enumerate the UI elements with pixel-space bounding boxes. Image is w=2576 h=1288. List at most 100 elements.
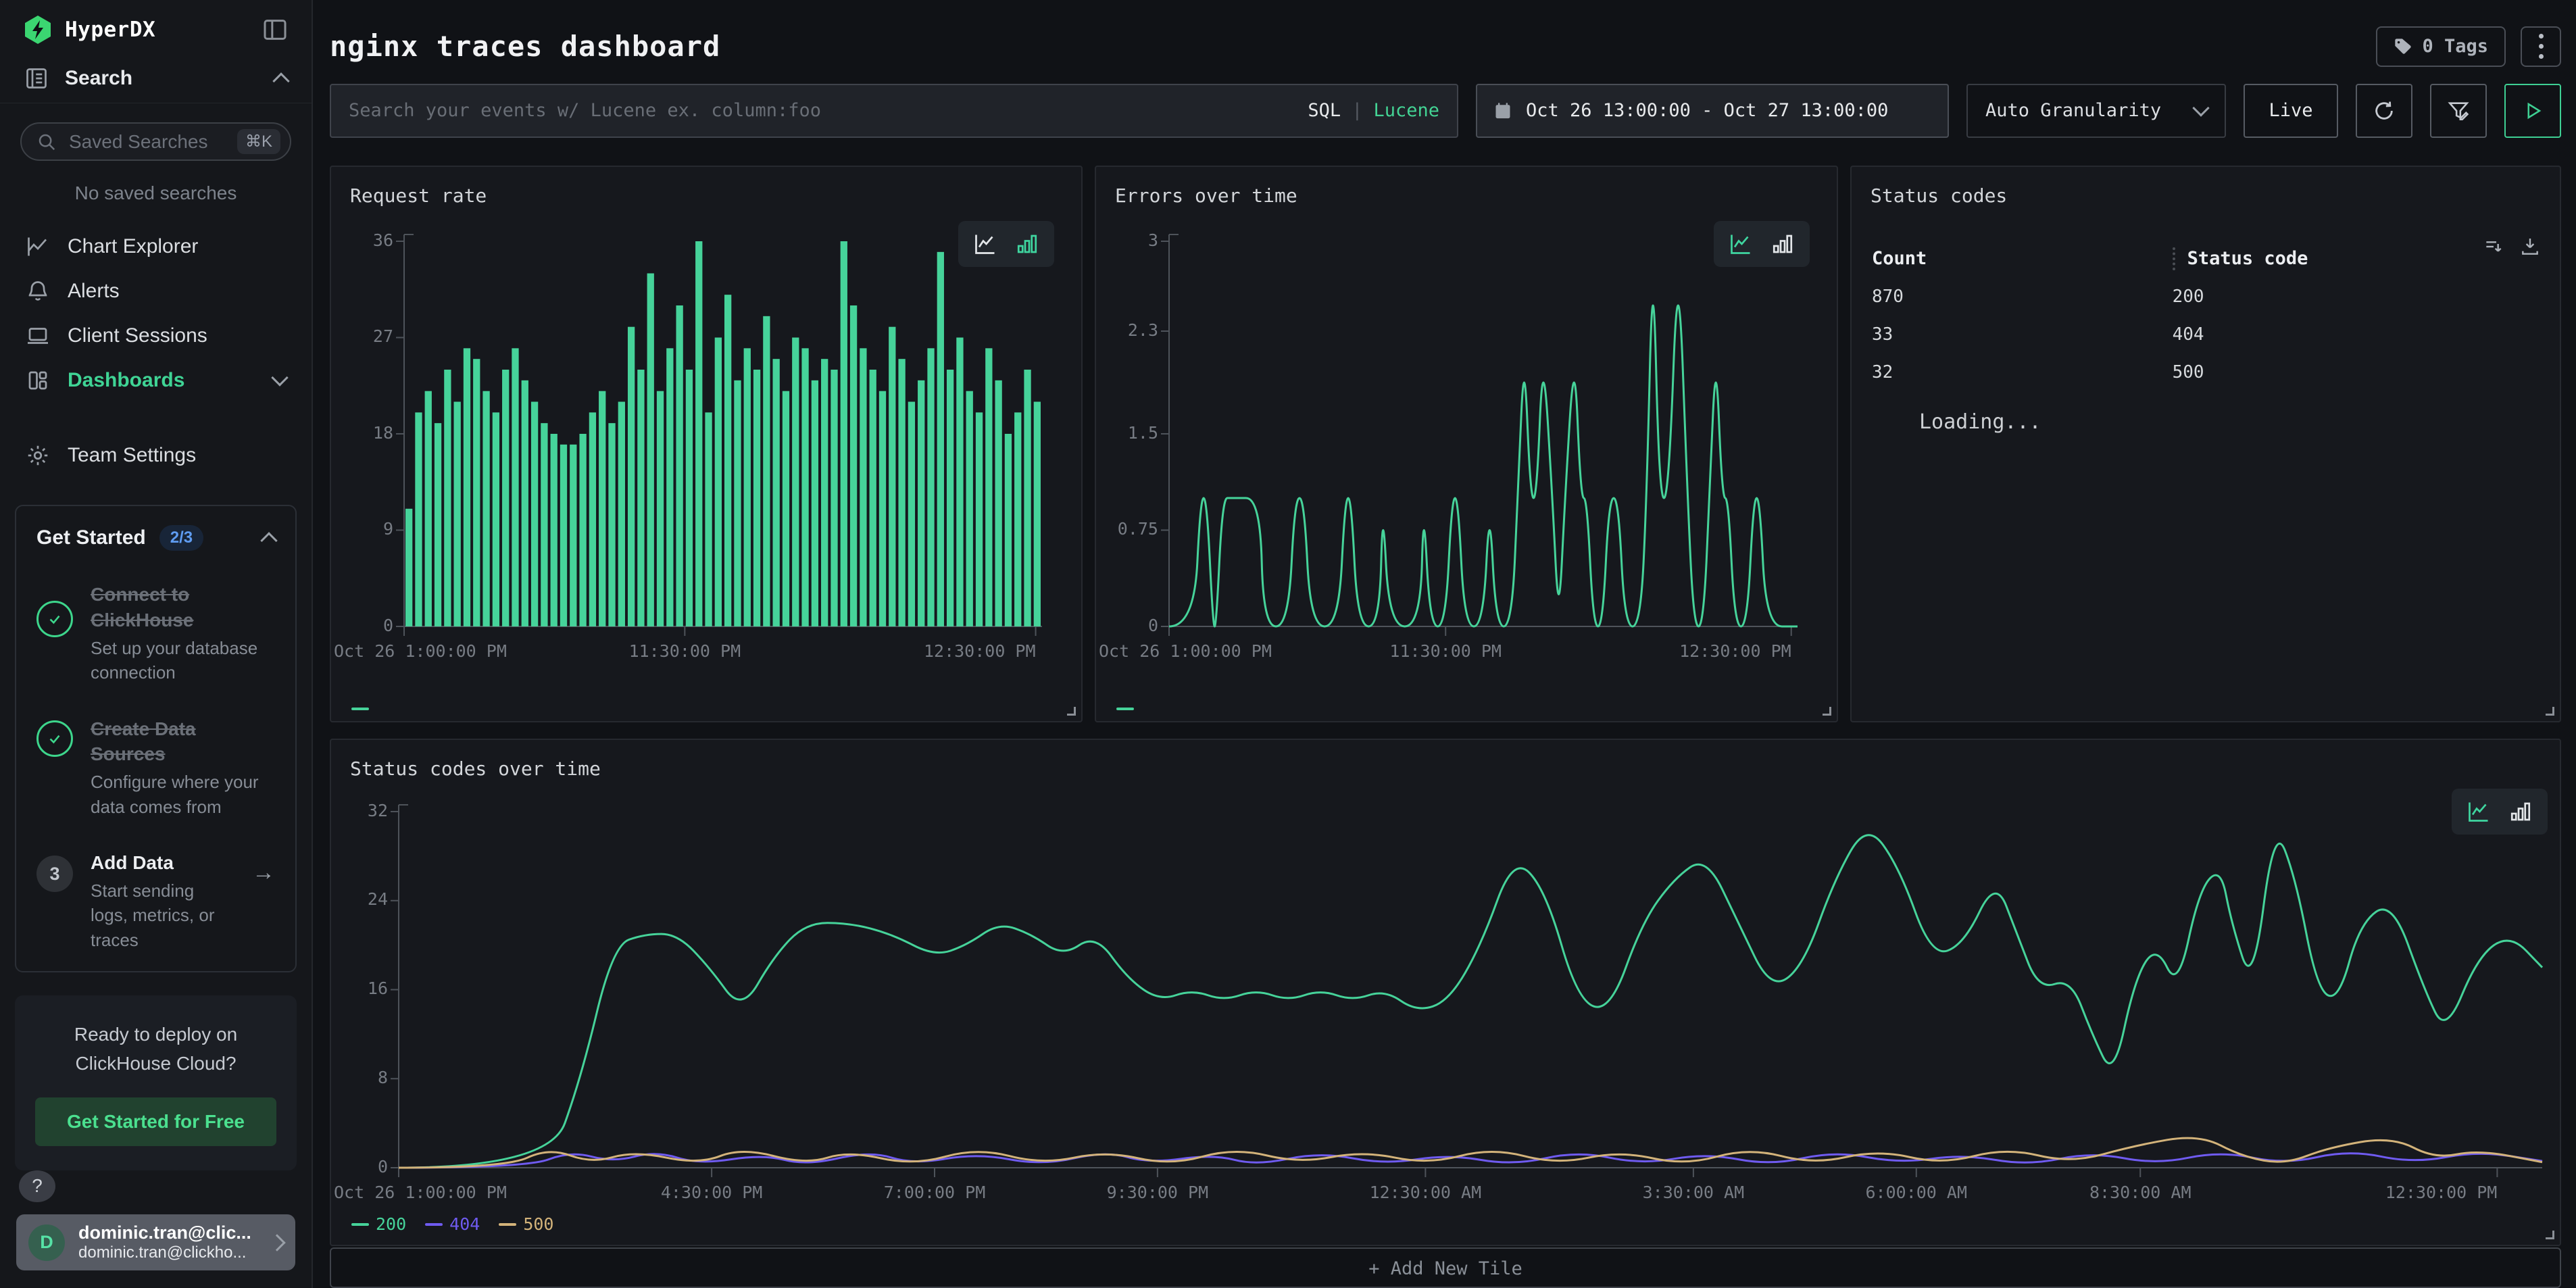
bar-chart-icon[interactable] [1770,232,1795,256]
clickhouse-cloud-card: Ready to deploy on ClickHouse Cloud? Get… [15,995,297,1170]
x-tick-label: 8:30:00 AM [2029,1183,2252,1202]
get-started-step-sources[interactable]: Create Data Sources Configure where your… [36,716,275,819]
filter-button[interactable] [2430,84,2487,138]
controls-bar: SQL | Lucene Oct 26 13:00:00 - Oct 27 13… [330,84,2561,138]
panel-title: Request rate [350,184,487,207]
column-header-status[interactable]: Status code [2187,248,2308,269]
resize-handle[interactable] [1067,707,1076,716]
get-started-free-button[interactable]: Get Started for Free [35,1097,276,1146]
y-tick-label: 27 [373,326,393,346]
y-tick-label: 0 [1148,616,1158,635]
chevron-up-icon[interactable] [272,72,289,89]
sidebar: HyperDX Search Saved Searches ⌘K No save… [0,0,313,1288]
dashboard-row-2: Status codes over time 08162432Oct 26 1:… [330,739,2561,1246]
user-account-button[interactable]: D dominic.tran@clic... dominic.tran@clic… [16,1214,295,1270]
x-tick-label: 11:30:00 PM [1334,641,1557,661]
panel-title: Status codes [1871,184,2007,207]
get-started-step-connect[interactable]: Connect to ClickHouse Set up your databa… [36,582,275,685]
no-saved-searches-text: No saved searches [0,182,312,204]
calendar-icon [1493,101,1512,120]
x-tick-label: 7:00:00 PM [823,1183,1046,1202]
resize-handle[interactable] [1823,707,1831,716]
y-tick-label: 3 [1148,230,1158,250]
chevron-up-icon[interactable] [260,532,277,549]
loading-text: Loading... [1919,410,2041,434]
x-tick-label: Oct 26 1:00:00 PM [334,1183,507,1202]
collapse-sidebar-icon[interactable] [262,16,289,43]
y-tick-label: 8 [378,1068,388,1087]
search-icon [36,132,57,152]
page-title[interactable]: nginx traces dashboard [330,30,2376,63]
column-header-count[interactable]: Count [1872,248,2173,269]
resize-handle[interactable] [2546,1231,2554,1239]
y-tick-label: 16 [368,979,388,998]
more-options-button[interactable] [2521,26,2561,67]
journal-icon [24,66,49,91]
table-row[interactable]: 32 500 [1872,353,2540,391]
lucene-toggle[interactable]: Lucene [1373,100,1439,121]
event-search-box: SQL | Lucene [330,84,1458,138]
line-chart-icon[interactable] [973,232,997,256]
bar-chart-icon[interactable] [1015,232,1039,256]
request-rate-chart[interactable]: 09182736Oct 26 1:00:00 PM11:30:00 PM12:3… [331,214,1081,680]
user-name: dominic.tran@clic... [78,1222,257,1243]
main-content: nginx traces dashboard 0 Tags SQL | Luce… [313,0,2576,1288]
resize-handle[interactable] [2546,707,2554,716]
panel-errors-over-time: Errors over time 00.751.52.33Oct 26 1:00… [1095,166,1838,722]
sidebar-item-team-settings[interactable]: Team Settings [0,433,312,478]
chart-line-icon [26,234,50,259]
y-tick-label: 18 [373,423,393,443]
saved-searches-placeholder: Saved Searches [69,131,225,153]
chevron-right-icon [268,1234,285,1251]
y-tick-label: 32 [368,801,388,820]
panel-title: Status codes over time [350,758,601,780]
granularity-select[interactable]: Auto Granularity [1966,84,2226,138]
x-tick-label: 3:30:00 AM [1582,1183,1805,1202]
sidebar-item-search[interactable]: Search [0,59,312,103]
panel-title: Errors over time [1115,184,1297,207]
refresh-button[interactable] [2356,84,2412,138]
x-tick-label: Oct 26 1:00:00 PM [334,641,507,661]
legend-item-404[interactable]: 404 [425,1214,480,1234]
legend-item-200[interactable]: 200 [351,1214,406,1234]
check-circle-icon [36,720,73,757]
table-row[interactable]: 33 404 [1872,316,2540,353]
table-header-row: Count Status code [1872,240,2540,278]
column-resize-handle[interactable] [2173,247,2175,270]
panel-request-rate: Request rate 09182736Oct 26 1:00:00 PM11… [330,166,1083,722]
progress-badge: 2/3 [159,525,203,551]
panel-status-codes: Status codes Count Status code 870 200 [1850,166,2561,722]
legend-item[interactable] [351,708,369,710]
search-section-label: Search [65,67,259,90]
avatar: D [28,1224,65,1261]
app-name: HyperDX [65,18,249,42]
legend-item[interactable] [1116,708,1134,710]
dashboard-row-1: Request rate 09182736Oct 26 1:00:00 PM11… [330,166,2561,722]
run-query-button[interactable] [2504,84,2561,138]
help-button[interactable]: ? [19,1170,55,1202]
date-range-input[interactable]: Oct 26 13:00:00 - Oct 27 13:00:00 [1476,84,1949,138]
chevron-down-icon[interactable] [271,369,288,386]
dashboard-header: nginx traces dashboard 0 Tags [330,26,2561,68]
bar-chart-icon[interactable] [2508,799,2533,824]
line-chart-icon[interactable] [1729,232,1753,256]
errors-chart[interactable]: 00.751.52.33Oct 26 1:00:00 PM11:30:00 PM… [1096,214,1837,680]
sidebar-item-client-sessions[interactable]: Client Sessions [0,314,312,358]
sql-toggle[interactable]: SQL [1308,100,1341,121]
status-codes-chart[interactable]: 08162432Oct 26 1:00:00 PM4:30:00 PM7:00:… [331,787,2560,1207]
live-button[interactable]: Live [2244,84,2338,138]
laptop-icon [26,324,50,348]
legend-item-500[interactable]: 500 [499,1214,553,1234]
y-tick-label: 0 [378,1157,388,1176]
saved-searches-input[interactable]: Saved Searches ⌘K [20,122,291,161]
tags-button[interactable]: 0 Tags [2376,26,2506,67]
line-chart-icon[interactable] [2467,799,2491,824]
table-row[interactable]: 870 200 [1872,278,2540,316]
get-started-step-add-data[interactable]: 3 Add Data Start sending logs, metrics, … [36,850,275,952]
arrow-right-icon[interactable]: → [252,860,275,886]
sidebar-item-dashboards[interactable]: Dashboards [0,358,312,403]
sidebar-item-alerts[interactable]: Alerts [0,269,312,314]
sidebar-item-chart-explorer[interactable]: Chart Explorer [0,224,312,269]
event-search-input[interactable] [349,100,1297,121]
add-new-tile-button[interactable]: + Add New Tile [330,1247,2561,1288]
